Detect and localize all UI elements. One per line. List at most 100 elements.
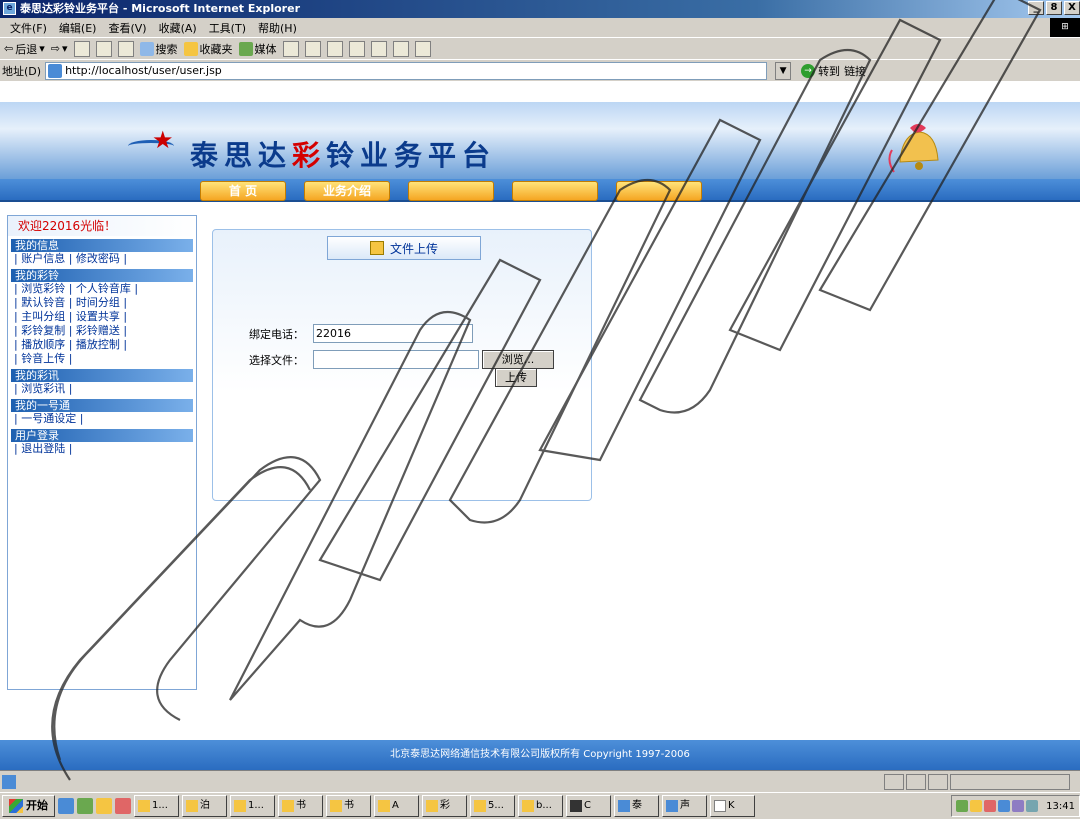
status-zone — [884, 773, 1070, 790]
document-icon — [369, 241, 384, 255]
sidebar-link-copy[interactable]: | 彩铃复制 | 彩铃赠送 | — [8, 324, 196, 338]
sidebar-link-browse-messages[interactable]: | 浏览彩讯 | — [8, 382, 196, 396]
nav-strip: 首 页 业务介绍 — [0, 179, 1080, 202]
stop-icon[interactable] — [73, 40, 90, 57]
title-bar: e 泰思达彩铃业务平台 - Microsoft Internet Explore… — [0, 0, 1080, 18]
firefox-quicklaunch-icon[interactable] — [115, 798, 131, 814]
task-button-10[interactable]: C — [566, 795, 611, 817]
tray-icon[interactable] — [984, 800, 997, 812]
task-button-2[interactable]: 泊 — [182, 795, 227, 817]
media-icon — [238, 41, 253, 56]
start-button[interactable]: 开始 — [2, 795, 55, 817]
sidebar-link-default[interactable]: | 默认铃音 | 时间分组 | — [8, 296, 196, 310]
tray-icon[interactable] — [1026, 800, 1039, 812]
menu-help[interactable]: 帮助(H) — [252, 20, 303, 36]
bell-icon — [888, 124, 939, 173]
task-button-4[interactable]: 书 — [278, 795, 323, 817]
web-page: ★ 泰思达彩铃业务平台 首 页 业务介绍 欢迎22016光临！ 我的信息 | 账… — [0, 82, 1080, 770]
menu-edit[interactable]: 编辑(E) — [53, 20, 103, 36]
menu-favorites[interactable]: 收藏(A) — [153, 20, 203, 36]
nav-home[interactable]: 首 页 — [200, 181, 286, 201]
links-button[interactable]: 链接 — [844, 63, 866, 79]
task-button-3[interactable]: 1... — [230, 795, 275, 817]
page-status-icon — [2, 774, 16, 789]
sidebar-link-logout[interactable]: | 退出登陆 | — [8, 442, 196, 456]
user-sidebar: 欢迎22016光临！ 我的信息 | 账户信息 | 修改密码 | 我的彩铃 | 浏… — [7, 215, 197, 690]
sidebar-link-upload[interactable]: | 铃音上传 | — [8, 352, 196, 366]
tray-icon[interactable] — [998, 800, 1011, 812]
refresh-icon[interactable] — [95, 40, 112, 57]
research-icon[interactable] — [414, 40, 431, 57]
task-button-13[interactable]: K — [710, 795, 755, 817]
task-button-12[interactable]: 声 — [662, 795, 707, 817]
main-nav: 首 页 业务介绍 — [200, 181, 702, 201]
address-url: http://localhost/user/user.jsp — [65, 64, 222, 77]
nav-item-3[interactable] — [408, 181, 494, 201]
back-button[interactable]: ⇦ 后退 ▾ — [4, 41, 45, 57]
maximize-button[interactable]: 8 — [1046, 1, 1062, 15]
menu-tools[interactable]: 工具(T) — [203, 20, 252, 36]
tray-icon[interactable] — [1012, 800, 1025, 812]
task-button-8[interactable]: 5... — [470, 795, 515, 817]
sidebar-link-play-order[interactable]: | 播放顺序 | 播放控制 | — [8, 338, 196, 352]
section-my-info: 我的信息 — [11, 239, 193, 252]
nav-business-intro[interactable]: 业务介绍 — [304, 181, 390, 201]
phone-input[interactable]: 22016 — [313, 324, 473, 343]
menu-bar: 文件(F) 编辑(E) 查看(V) 收藏(A) 工具(T) 帮助(H) — [0, 18, 1080, 37]
messenger-icon[interactable] — [392, 40, 409, 57]
sidebar-link-caller-group[interactable]: | 主叫分组 | 设置共享 | — [8, 310, 196, 324]
mail-icon[interactable] — [304, 40, 321, 57]
discuss-icon[interactable] — [370, 40, 387, 57]
close-button[interactable]: X — [1064, 1, 1080, 15]
file-input[interactable] — [313, 350, 479, 369]
back-arrow-icon: ⇦ — [4, 42, 14, 55]
print-icon[interactable] — [326, 40, 343, 57]
media-button[interactable]: 媒体 — [238, 41, 277, 57]
page-footer: 北京泰思达网络通信技术有限公司版权所有 Copyright 1997-2006 — [0, 740, 1080, 770]
search-button[interactable]: 搜索 — [139, 41, 178, 57]
browser-window: e 泰思达彩铃业务平台 - Microsoft Internet Explore… — [0, 0, 1080, 819]
nav-item-5[interactable] — [616, 181, 702, 201]
address-input[interactable]: http://localhost/user/user.jsp — [45, 61, 768, 80]
favorites-button[interactable]: 收藏夹 — [183, 41, 233, 57]
desktop-quicklaunch-icon[interactable] — [77, 798, 93, 814]
sidebar-link-browse[interactable]: | 浏览彩铃 | 个人铃音库 | — [8, 282, 196, 296]
menu-view[interactable]: 查看(V) — [102, 20, 152, 36]
sidebar-link-account[interactable]: | 账户信息 | 修改密码 | — [8, 252, 196, 266]
section-my-messages: 我的彩讯 — [11, 369, 193, 382]
upload-title: 文件上传 — [327, 236, 481, 260]
clock: 13:41 — [1046, 800, 1075, 812]
upload-button[interactable]: 上传 — [495, 368, 537, 387]
tray-icon[interactable] — [956, 800, 969, 812]
address-dropdown-icon[interactable]: ▼ — [775, 61, 792, 80]
phone-label: 绑定电话： — [249, 327, 304, 341]
edit-icon[interactable] — [348, 40, 365, 57]
menu-file[interactable]: 文件(F) — [4, 20, 53, 36]
taskbar: 开始 1... 泊 1... 书 书 A 彩 5... b... C 泰 声 K… — [0, 792, 1080, 819]
go-button[interactable]: → 转到 — [801, 63, 840, 79]
media-quicklaunch-icon[interactable] — [96, 798, 112, 814]
task-button-7[interactable]: 彩 — [422, 795, 467, 817]
home-icon[interactable] — [117, 40, 134, 57]
history-icon[interactable] — [282, 40, 299, 57]
minimize-button[interactable]: _ — [1028, 1, 1044, 15]
forward-arrow-icon: ⇨ — [50, 42, 60, 55]
browse-button[interactable]: 浏览... — [482, 350, 554, 369]
task-button-11[interactable]: 泰 — [614, 795, 659, 817]
section-my-ringtones: 我的彩铃 — [11, 269, 193, 282]
forward-button[interactable]: ⇨ ▾ — [51, 42, 68, 55]
ie-quicklaunch-icon[interactable] — [58, 798, 74, 814]
status-bar — [0, 770, 1080, 792]
welcome-text: 欢迎22016光临！ — [8, 216, 196, 236]
section-one-number: 我的一号通 — [11, 399, 193, 412]
nav-item-4[interactable] — [512, 181, 598, 201]
tray-icon[interactable] — [970, 800, 983, 812]
search-icon — [139, 41, 154, 56]
page-icon — [48, 63, 63, 78]
ie-icon: e — [3, 2, 16, 15]
task-button-1[interactable]: 1... — [134, 795, 179, 817]
sidebar-link-one-number[interactable]: | 一号通设定 | — [8, 412, 196, 426]
task-button-5[interactable]: 书 — [326, 795, 371, 817]
task-button-9[interactable]: b... — [518, 795, 563, 817]
task-button-6[interactable]: A — [374, 795, 419, 817]
